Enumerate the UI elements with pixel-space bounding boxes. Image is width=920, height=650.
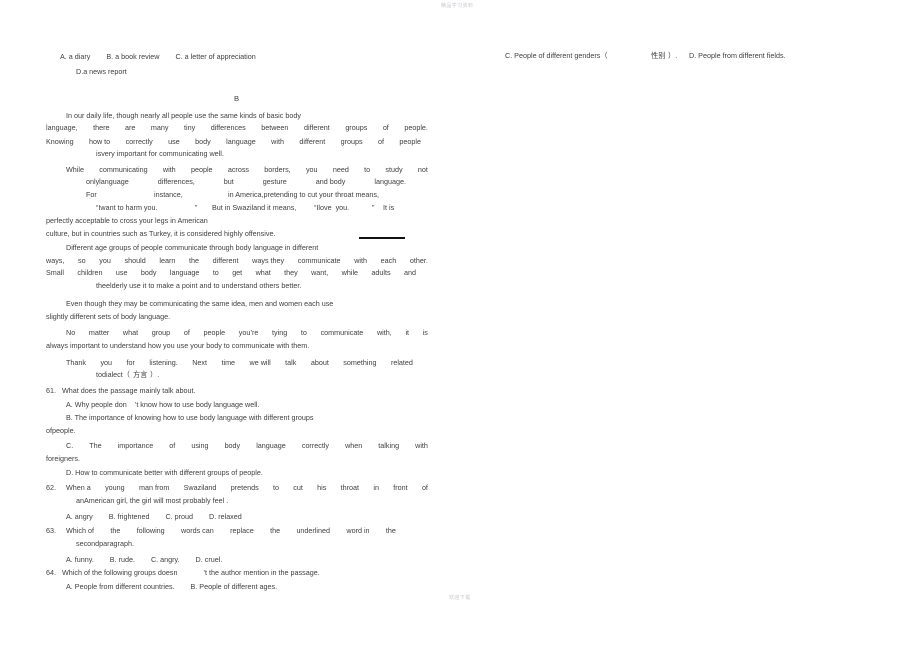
section-label-b: B — [234, 94, 240, 103]
question-64-number: 64. — [46, 568, 56, 577]
passage-p1-line1: In our daily life, though nearly all peo… — [66, 111, 301, 120]
passage-p3-line1: Different age groups of people communica… — [66, 243, 319, 252]
passage-p2-line4-c: “Ilove you. — [314, 203, 350, 212]
question-61-option-b-cont: ofpeople. — [46, 426, 76, 435]
question-64-options[interactable]: A. People from different countries. B. P… — [66, 583, 277, 590]
document-page: 精品学习资料 欢迎下载 A. a diary B. a book review … — [0, 0, 920, 650]
passage-p2-line3-c: in America,pretending to cut your throat… — [228, 190, 380, 199]
passage-p6-line2-pre: todialect（ — [96, 370, 130, 379]
passage-p1-line2: language, there are many tiny difference… — [46, 123, 428, 132]
passage-p5-line1: No matter what group of people you’re ty… — [66, 328, 428, 337]
question-61-option-a[interactable]: A. Why people don ’t know how to use bod… — [66, 401, 259, 408]
question-61-option-c[interactable]: C. The importance of using body language… — [66, 442, 428, 449]
q64-option-d: D. People from different fields. — [689, 51, 786, 60]
question-63-stem: Which of the following words can replace… — [66, 526, 396, 535]
question-62-number: 62. — [46, 483, 56, 492]
passage-p5-line2: always important to understand how you u… — [46, 341, 310, 350]
passage-p2-line5: perfectly acceptable to cross your legs … — [46, 216, 208, 225]
question-61-option-d[interactable]: D. How to communicate better with differ… — [66, 469, 263, 476]
q64-option-c-tail: ）. — [668, 51, 678, 60]
passage-p2-line4-b: But in Swaziland it means, — [212, 203, 297, 212]
passage-p2-line1: While communicating with people across b… — [66, 165, 428, 174]
question-61-option-c-cont: foreigners. — [46, 454, 80, 463]
passage-p2-line4-quote2: ” — [372, 203, 375, 212]
passage-p1-line3: Knowing how to correctly use body langua… — [46, 137, 421, 146]
q60-options-line2: D.a news report — [76, 67, 127, 76]
passage-p2-line2: onlylanguage differences, but gesture an… — [86, 177, 406, 186]
question-61-number: 61. — [46, 386, 56, 395]
watermark-bottom: 欢迎下载 — [449, 595, 471, 601]
passage-p2-line4-d: It is — [383, 203, 395, 212]
passage-p4-line1: Even though they may be communicating th… — [66, 299, 334, 308]
question-62-stem-line2: anAmerican girl, the girl will most prob… — [76, 496, 229, 505]
question-62-options[interactable]: A. angry B. frightened C. proud D. relax… — [66, 513, 242, 520]
passage-p1-line4: isvery important for communicating well. — [96, 149, 224, 158]
passage-p6-line1: Thank you for listening. Next time we wi… — [66, 358, 413, 367]
q64-option-c-gloss: 性别 — [651, 51, 666, 60]
passage-p3-line2: ways, so you should learn the different … — [46, 256, 428, 265]
question-63-stem-line2: secondparagraph. — [76, 539, 134, 548]
passage-p2-line4-a: “Iwant to harm you. — [96, 203, 158, 212]
passage-p3-line4: theelderly use it to make a point and to… — [96, 281, 302, 290]
passage-p2-line4-quote: ” — [195, 203, 198, 212]
question-64-stem: Which of the following groups doesn ’t t… — [62, 568, 320, 577]
watermark-top: 精品学习资料 — [441, 3, 474, 9]
passage-p4-line2: slightly different sets of body language… — [46, 312, 171, 321]
question-61-stem: What does the passage mainly talk about. — [62, 386, 196, 395]
question-63-number: 63. — [46, 526, 56, 535]
q60-options-line1: A. a diary B. a book review C. a letter … — [60, 52, 256, 61]
passage-p6-line2-gloss: 方言 — [133, 370, 148, 379]
passage-p2-line3-b: instance, — [154, 190, 183, 199]
question-62-stem: When a young man from Swaziland pretends… — [66, 483, 428, 492]
passage-p2-line6: culture, but in countries such as Turkey… — [46, 229, 276, 238]
passage-p6-line2-post: ）. — [150, 370, 160, 379]
passage-p2-line3-a: For — [86, 190, 97, 199]
passage-p3-line3: Small children use body language to get … — [46, 268, 416, 277]
question-63-options[interactable]: A. funny. B. rude. C. angry. D. cruel. — [66, 556, 222, 563]
q64-option-c: C. People of different genders（ — [505, 51, 608, 60]
question-61-option-b[interactable]: B. The importance of knowing how to use … — [66, 414, 313, 421]
underlined-blank — [359, 237, 405, 239]
